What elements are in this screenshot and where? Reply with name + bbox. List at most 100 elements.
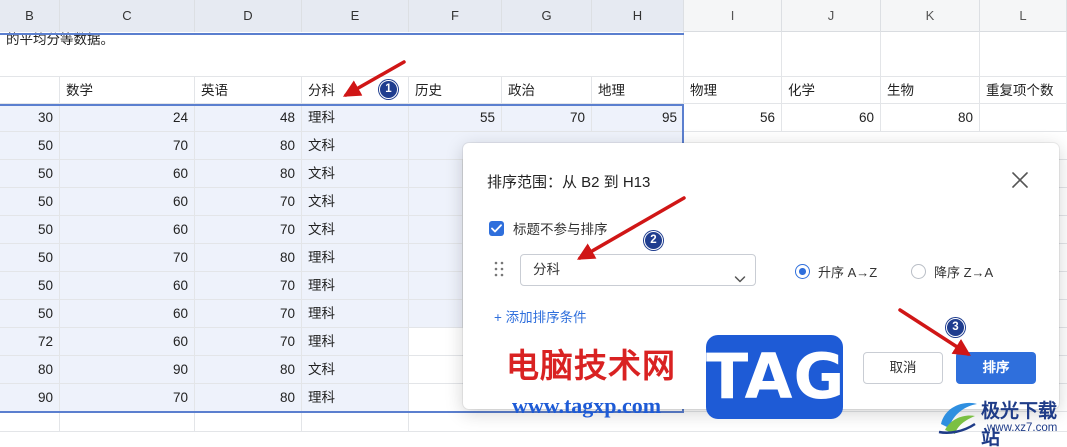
data-cell[interactable]: 理科 bbox=[302, 300, 409, 327]
data-cell[interactable]: 56 bbox=[684, 104, 782, 131]
close-icon[interactable] bbox=[1009, 169, 1031, 191]
data-cell[interactable]: 理科 bbox=[302, 384, 409, 411]
data-cell[interactable]: 30 bbox=[0, 104, 60, 131]
data-cell[interactable]: 80 bbox=[195, 356, 302, 383]
data-cell[interactable] bbox=[409, 160, 463, 187]
data-cell[interactable]: 55 bbox=[409, 104, 502, 131]
header-cell-politics[interactable]: 政治 bbox=[502, 77, 592, 103]
data-cell[interactable] bbox=[409, 188, 463, 215]
data-cell[interactable]: 文科 bbox=[302, 160, 409, 187]
data-cell[interactable]: 70 bbox=[60, 132, 195, 159]
checkbox-checked-icon[interactable] bbox=[489, 220, 504, 236]
data-cell[interactable]: 80 bbox=[195, 384, 302, 411]
data-cell[interactable]: 48 bbox=[195, 104, 302, 131]
data-cell[interactable]: 60 bbox=[60, 272, 195, 299]
empty-cell[interactable] bbox=[0, 412, 60, 431]
column-header-j[interactable]: J bbox=[782, 0, 881, 32]
header-exclude-option[interactable]: 标题不参与排序 bbox=[489, 219, 608, 237]
data-cell[interactable]: 90 bbox=[60, 356, 195, 383]
data-cell[interactable]: 50 bbox=[0, 132, 60, 159]
descending-option[interactable]: 降序 Z→A bbox=[911, 262, 993, 281]
data-cell[interactable] bbox=[409, 300, 463, 327]
data-cell[interactable]: 文科 bbox=[302, 216, 409, 243]
data-cell[interactable]: 文科 bbox=[302, 356, 409, 383]
data-cell[interactable]: 80 bbox=[0, 356, 60, 383]
data-cell[interactable] bbox=[409, 272, 463, 299]
column-header-f[interactable]: F bbox=[409, 0, 502, 32]
column-header-h[interactable]: H bbox=[592, 0, 684, 32]
data-cell[interactable]: 50 bbox=[0, 300, 60, 327]
empty-cell[interactable] bbox=[881, 32, 980, 76]
data-cell[interactable]: 70 bbox=[60, 384, 195, 411]
column-header-d[interactable]: D bbox=[195, 0, 302, 32]
data-cell[interactable]: 理科 bbox=[302, 272, 409, 299]
header-cell-biology[interactable]: 生物 bbox=[881, 77, 980, 103]
radio-selected-icon[interactable] bbox=[795, 264, 810, 279]
data-cell[interactable]: 50 bbox=[0, 188, 60, 215]
data-cell[interactable]: 70 bbox=[60, 244, 195, 271]
empty-cell[interactable] bbox=[684, 32, 782, 76]
data-cell[interactable]: 理科 bbox=[302, 104, 409, 131]
data-cell[interactable]: 60 bbox=[782, 104, 881, 131]
data-cell[interactable]: 60 bbox=[60, 160, 195, 187]
column-header-i[interactable]: I bbox=[684, 0, 782, 32]
data-cell[interactable]: 文科 bbox=[302, 188, 409, 215]
add-sort-condition-link[interactable]: + 添加排序条件 bbox=[494, 306, 587, 326]
data-cell[interactable]: 60 bbox=[60, 328, 195, 355]
note-cell[interactable]: 的平均分等数据。 bbox=[0, 32, 684, 76]
data-cell[interactable]: 70 bbox=[195, 300, 302, 327]
data-cell[interactable]: 80 bbox=[195, 160, 302, 187]
drag-handle-icon[interactable] bbox=[494, 260, 504, 278]
ascending-option[interactable]: 升序 A→Z bbox=[795, 262, 877, 281]
data-cell[interactable]: 50 bbox=[0, 160, 60, 187]
empty-cell[interactable] bbox=[302, 412, 409, 431]
header-cell-duplicates[interactable]: 重复项个数 bbox=[980, 77, 1067, 103]
empty-cell[interactable] bbox=[980, 32, 1067, 76]
column-header-k[interactable]: K bbox=[881, 0, 980, 32]
data-cell[interactable]: 70 bbox=[195, 328, 302, 355]
data-cell[interactable] bbox=[409, 216, 463, 243]
data-cell[interactable]: 理科 bbox=[302, 244, 409, 271]
column-header-l[interactable]: L bbox=[980, 0, 1067, 32]
data-cell[interactable]: 50 bbox=[0, 216, 60, 243]
data-cell[interactable]: 50 bbox=[0, 244, 60, 271]
sort-field-select[interactable]: 分科 bbox=[520, 254, 756, 286]
data-cell[interactable] bbox=[980, 104, 1067, 131]
data-cell[interactable]: 80 bbox=[195, 244, 302, 271]
empty-cell[interactable] bbox=[782, 32, 881, 76]
data-cell[interactable]: 60 bbox=[60, 300, 195, 327]
data-cell[interactable]: 95 bbox=[592, 104, 684, 131]
header-cell-english[interactable]: 英语 bbox=[195, 77, 302, 103]
empty-cell[interactable] bbox=[60, 412, 195, 431]
data-cell[interactable]: 80 bbox=[881, 104, 980, 131]
cancel-button[interactable]: 取消 bbox=[863, 352, 943, 384]
data-cell[interactable]: 理科 bbox=[302, 328, 409, 355]
column-header-b[interactable]: B bbox=[0, 0, 60, 32]
header-cell-physics[interactable]: 物理 bbox=[684, 77, 782, 103]
column-header-e[interactable]: E bbox=[302, 0, 409, 32]
data-cell[interactable]: 80 bbox=[195, 132, 302, 159]
data-cell[interactable]: 70 bbox=[195, 216, 302, 243]
data-cell[interactable]: 50 bbox=[0, 272, 60, 299]
data-cell[interactable]: 60 bbox=[60, 188, 195, 215]
sort-button[interactable]: 排序 bbox=[956, 352, 1036, 384]
data-cell[interactable]: 60 bbox=[60, 216, 195, 243]
empty-cell[interactable] bbox=[195, 412, 302, 431]
header-cell-math[interactable]: 数学 bbox=[60, 77, 195, 103]
radio-unselected-icon[interactable] bbox=[911, 264, 926, 279]
checkbox-label: 标题不参与排序 bbox=[513, 222, 608, 237]
data-cell[interactable]: 70 bbox=[502, 104, 592, 131]
column-header-c[interactable]: C bbox=[60, 0, 195, 32]
data-cell[interactable]: 文科 bbox=[302, 132, 409, 159]
column-header-g[interactable]: G bbox=[502, 0, 592, 32]
data-cell[interactable]: 90 bbox=[0, 384, 60, 411]
data-cell[interactable] bbox=[409, 244, 463, 271]
header-cell-geography[interactable]: 地理 bbox=[592, 77, 684, 103]
header-cell-chemistry[interactable]: 化学 bbox=[782, 77, 881, 103]
data-cell[interactable]: 72 bbox=[0, 328, 60, 355]
header-cell-b[interactable] bbox=[0, 77, 60, 103]
data-cell[interactable]: 70 bbox=[195, 188, 302, 215]
data-cell[interactable]: 24 bbox=[60, 104, 195, 131]
data-cell[interactable]: 70 bbox=[195, 272, 302, 299]
header-cell-history[interactable]: 历史 bbox=[409, 77, 502, 103]
